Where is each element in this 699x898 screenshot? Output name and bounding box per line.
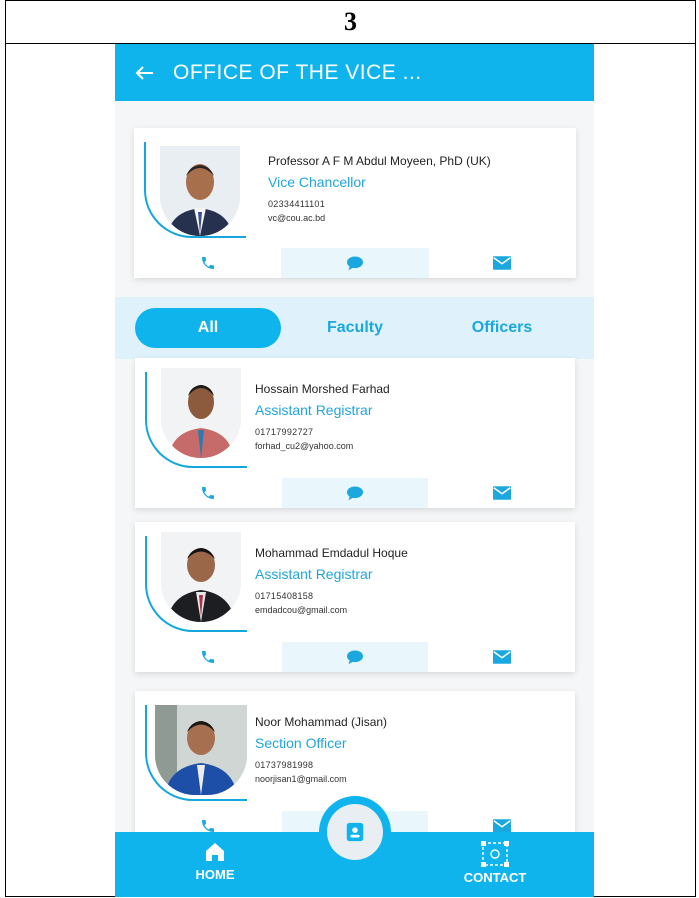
message-button[interactable] xyxy=(281,248,429,278)
message-button[interactable] xyxy=(281,642,429,672)
filter-tabs: All Faculty Officers xyxy=(115,297,594,359)
phone-icon xyxy=(201,257,214,269)
person-card: Hossain Morshed Farhad Assistant Registr… xyxy=(135,358,575,508)
tab-officers[interactable]: Officers xyxy=(429,308,575,348)
app-bar: OFFICE OF THE VICE ... xyxy=(115,44,594,101)
person-role: Vice Chancellor xyxy=(268,174,366,190)
tab-faculty[interactable]: Faculty xyxy=(281,308,429,348)
page-title: OFFICE OF THE VICE ... xyxy=(173,60,422,84)
person-email: noorjisan1@gmail.com xyxy=(255,774,347,784)
email-button[interactable] xyxy=(428,478,575,508)
vc-card: Professor A F M Abdul Moyeen, PhD (UK) V… xyxy=(134,128,576,278)
mail-icon xyxy=(492,819,511,833)
avatar xyxy=(155,705,247,795)
person-info: Mohammad Emdadul Hoque Assistant Registr… xyxy=(255,546,565,615)
person-name: Noor Mohammad (Jisan) xyxy=(255,715,388,729)
person-email: vc@cou.ac.bd xyxy=(268,213,326,223)
back-button[interactable] xyxy=(115,44,173,101)
person-email: emdadcou@gmail.com xyxy=(255,605,348,615)
message-button[interactable] xyxy=(281,478,429,508)
card-actions xyxy=(135,478,575,508)
contacts-fab-button[interactable] xyxy=(327,804,383,860)
arrow-left-icon xyxy=(135,65,153,80)
person-phone: 02334411101 xyxy=(268,199,326,209)
contact-card-icon xyxy=(346,822,364,842)
phone-screen: OFFICE OF THE VICE ... Professor A F M A… xyxy=(115,44,594,897)
nav-home[interactable]: HOME xyxy=(160,840,270,882)
chat-bubble-icon xyxy=(347,650,363,665)
card-actions xyxy=(135,642,575,672)
person-role: Assistant Registrar xyxy=(255,402,373,418)
home-icon xyxy=(206,843,224,861)
vc-info: Professor A F M Abdul Moyeen, PhD (UK) V… xyxy=(268,154,578,223)
person-phone: 01717992727 xyxy=(255,427,314,437)
person-role: Section Officer xyxy=(255,735,347,751)
avatar xyxy=(161,368,241,458)
phone-icon xyxy=(202,651,215,663)
tab-all[interactable]: All xyxy=(135,308,281,348)
mail-icon xyxy=(492,486,511,500)
person-role: Assistant Registrar xyxy=(255,566,373,582)
person-card: Mohammad Emdadul Hoque Assistant Registr… xyxy=(135,522,575,672)
person-phone: 01737981998 xyxy=(255,760,314,770)
mail-icon xyxy=(492,650,511,664)
network-grid-icon xyxy=(481,841,509,867)
email-button[interactable] xyxy=(429,248,576,278)
call-button[interactable] xyxy=(134,248,281,278)
person-info: Noor Mohammad (Jisan) Section Officer 01… xyxy=(255,715,565,784)
nav-home-label: HOME xyxy=(195,867,235,882)
nav-contact[interactable]: CONTACT xyxy=(440,840,550,885)
person-name: Hossain Morshed Farhad xyxy=(255,382,390,396)
phone-icon xyxy=(202,487,215,499)
avatar xyxy=(160,146,240,236)
call-button[interactable] xyxy=(135,642,282,672)
chat-bubble-icon xyxy=(347,486,363,501)
chat-bubble-icon xyxy=(346,256,363,271)
person-name: Mohammad Emdadul Hoque xyxy=(255,546,408,560)
figure-number: 3 xyxy=(5,0,696,44)
person-info: Hossain Morshed Farhad Assistant Registr… xyxy=(255,382,565,451)
mail-icon xyxy=(493,256,512,270)
avatar xyxy=(161,532,241,622)
person-name: Professor A F M Abdul Moyeen, PhD (UK) xyxy=(268,154,491,168)
nav-contact-label: CONTACT xyxy=(463,870,527,885)
call-button[interactable] xyxy=(135,478,282,508)
person-email: forhad_cu2@yahoo.com xyxy=(255,441,354,451)
email-button[interactable] xyxy=(428,642,575,672)
person-phone: 01715408158 xyxy=(255,591,314,601)
card-actions xyxy=(134,248,576,278)
